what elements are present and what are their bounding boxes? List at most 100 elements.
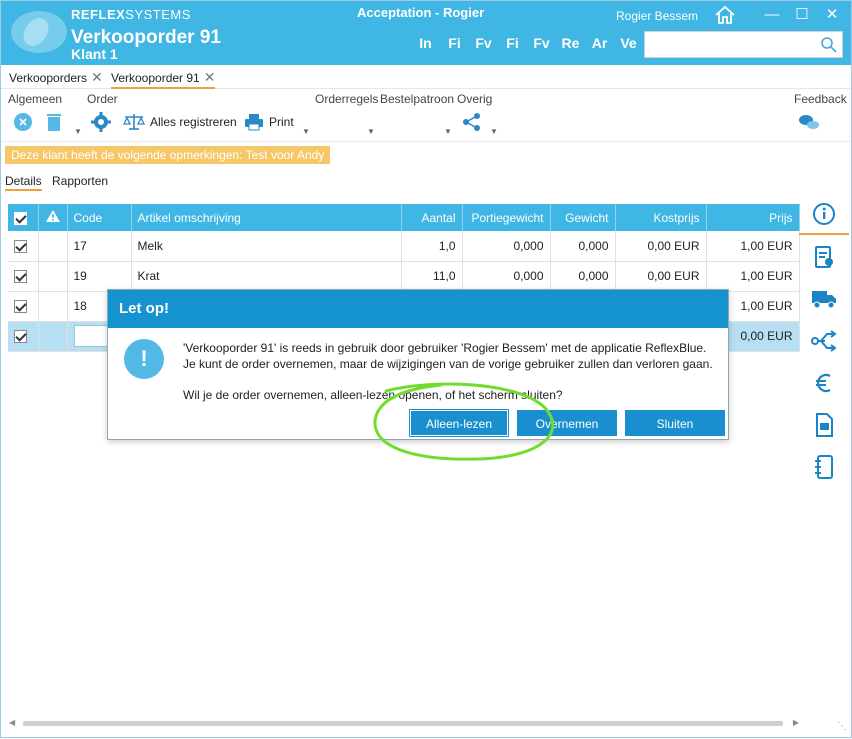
row-select-cell[interactable] — [8, 291, 39, 322]
row-select-cell[interactable] — [8, 261, 39, 292]
trash-icon — [47, 114, 61, 131]
row-select-cell[interactable] — [8, 321, 39, 352]
column-code[interactable]: Code — [67, 204, 132, 231]
horizontal-scrollbar[interactable]: ◀ ▶ — [9, 718, 799, 728]
user-name[interactable]: Rogier Bessem — [616, 9, 698, 23]
feedback-button[interactable] — [798, 111, 820, 133]
search-input[interactable] — [645, 32, 815, 57]
warning-cell — [38, 321, 68, 352]
chevron-down-icon[interactable]: ▼ — [74, 127, 82, 136]
gear-icon — [91, 112, 111, 132]
routing-icon — [811, 330, 837, 352]
row-checkbox[interactable] — [14, 239, 27, 253]
close-tab-icon[interactable]: ✕ — [91, 69, 103, 85]
column-gewicht[interactable]: Gewicht — [550, 204, 616, 231]
select-all-header[interactable] — [8, 204, 39, 231]
group-bestelpatroon: Bestelpatroon — [380, 92, 455, 106]
read-only-button[interactable]: Alleen-lezen — [409, 409, 509, 437]
minimize-icon[interactable]: — — [761, 5, 783, 25]
column-prijs[interactable]: Prijs — [706, 204, 800, 231]
column-aantal[interactable]: Aantal — [401, 204, 463, 231]
warning-cell — [38, 261, 68, 292]
close-button[interactable]: Sluiten — [625, 410, 725, 436]
take-over-button[interactable]: Overnemen — [517, 410, 617, 436]
cancel-button[interactable] — [13, 111, 33, 133]
group-orderregels: Orderregels — [315, 92, 379, 106]
delete-button[interactable] — [45, 111, 63, 133]
chevron-down-icon[interactable]: ▼ — [444, 127, 452, 136]
tab-rapporten[interactable]: Rapporten — [52, 173, 108, 191]
resize-grip-icon[interactable]: ⋱ — [837, 721, 849, 733]
side-notebook-button[interactable] — [799, 447, 849, 487]
side-routing-button[interactable] — [799, 321, 849, 361]
cell-gewicht[interactable]: 0,000 — [550, 231, 616, 262]
maximize-icon[interactable]: ☐ — [791, 5, 813, 25]
cell-code[interactable]: 17 — [67, 231, 132, 262]
table-row[interactable]: 19 Krat 11,0 0,000 0,000 0,00 EUR 1,00 E… — [8, 261, 800, 292]
chevron-down-icon[interactable]: ▼ — [490, 127, 498, 136]
side-invoice-button[interactable] — [799, 405, 849, 445]
column-portiegewicht[interactable]: Portiegewicht — [462, 204, 551, 231]
cell-prijs[interactable]: 1,00 EUR — [706, 231, 800, 262]
close-tab-icon[interactable]: ✕ — [204, 69, 216, 85]
row-checkbox[interactable] — [14, 300, 27, 314]
nav-fi-2[interactable]: Fi — [498, 35, 527, 51]
nav-fv[interactable]: Fv — [469, 35, 498, 51]
info-icon — [813, 203, 835, 225]
tab-verkooporders[interactable]: Verkooporders ✕ — [9, 69, 103, 89]
cell-kostprijs[interactable]: 0,00 EUR — [615, 261, 707, 292]
cell-portiegewicht[interactable]: 0,000 — [462, 231, 551, 262]
cell-desc[interactable]: Melk — [131, 231, 402, 262]
cell-prijs[interactable]: 1,00 EUR — [706, 261, 800, 292]
warning-icon — [45, 210, 60, 222]
cell-gewicht[interactable]: 0,000 — [550, 261, 616, 292]
cell-desc[interactable]: Krat — [131, 261, 402, 292]
settings-button[interactable] — [91, 111, 111, 133]
row-checkbox[interactable] — [14, 330, 27, 344]
document-tabs: Verkooporders ✕ Verkooporder 91 ✕ — [1, 65, 851, 89]
search-icon[interactable] — [820, 36, 838, 54]
customer-remark-banner: Deze klant heeft de volgende opmerkingen… — [5, 146, 331, 164]
tab-verkooporder-91[interactable]: Verkooporder 91 ✕ — [111, 69, 216, 89]
module-nav: In Fi Fv Fi Fv Re Ar Ve — [411, 35, 643, 51]
truck-icon — [812, 291, 836, 309]
share-button[interactable] — [462, 111, 482, 133]
side-pricing-button[interactable] — [799, 363, 849, 403]
group-order: Order — [87, 92, 118, 106]
tab-verkooporder-91-label: Verkooporder 91 — [111, 71, 200, 85]
side-delivery-button[interactable] — [799, 279, 849, 319]
nav-fv-2[interactable]: Fv — [527, 35, 556, 51]
cell-portiegewicht[interactable]: 0,000 — [462, 261, 551, 292]
nav-ve[interactable]: Ve — [614, 35, 643, 51]
scroll-left-icon[interactable]: ◀ — [9, 718, 15, 727]
table-row[interactable]: 17 Melk 1,0 0,000 0,000 0,00 EUR 1,00 EU… — [8, 231, 800, 262]
print-button[interactable]: Print — [244, 111, 294, 133]
cell-kostprijs[interactable]: 0,00 EUR — [615, 231, 707, 262]
cell-aantal[interactable]: 1,0 — [401, 231, 463, 262]
app-window: REFLEXSYSTEMS Verkooporder 91 Klant 1 Ac… — [0, 0, 852, 738]
nav-re[interactable]: Re — [556, 35, 585, 51]
side-document-button[interactable] — [799, 237, 849, 277]
select-all-checkbox[interactable] — [14, 211, 27, 225]
close-window-icon[interactable]: ✕ — [821, 5, 843, 25]
row-select-cell[interactable] — [8, 231, 39, 262]
nav-in[interactable]: In — [411, 35, 440, 51]
cell-code[interactable]: 19 — [67, 261, 132, 292]
nav-fi[interactable]: Fi — [440, 35, 469, 51]
chevron-down-icon[interactable]: ▼ — [367, 127, 375, 136]
tab-details[interactable]: Details — [5, 173, 42, 191]
column-artikel[interactable]: Artikel omschrijving — [131, 204, 402, 231]
register-all-button[interactable]: Alles registreren — [123, 111, 237, 133]
column-kostprijs[interactable]: Kostprijs — [615, 204, 707, 231]
home-icon[interactable] — [714, 5, 736, 25]
nav-ar[interactable]: Ar — [585, 35, 614, 51]
cell-aantal[interactable]: 11,0 — [401, 261, 463, 292]
scrollbar-thumb[interactable] — [23, 721, 783, 726]
exclamation-icon: ! — [124, 339, 164, 379]
grid-header: Code Artikel omschrijving Aantal Portieg… — [8, 204, 800, 231]
warning-header — [38, 204, 68, 231]
chevron-down-icon[interactable]: ▼ — [302, 127, 310, 136]
scroll-right-icon[interactable]: ▶ — [793, 718, 799, 727]
side-info-button[interactable] — [799, 195, 849, 235]
row-checkbox[interactable] — [14, 270, 27, 284]
